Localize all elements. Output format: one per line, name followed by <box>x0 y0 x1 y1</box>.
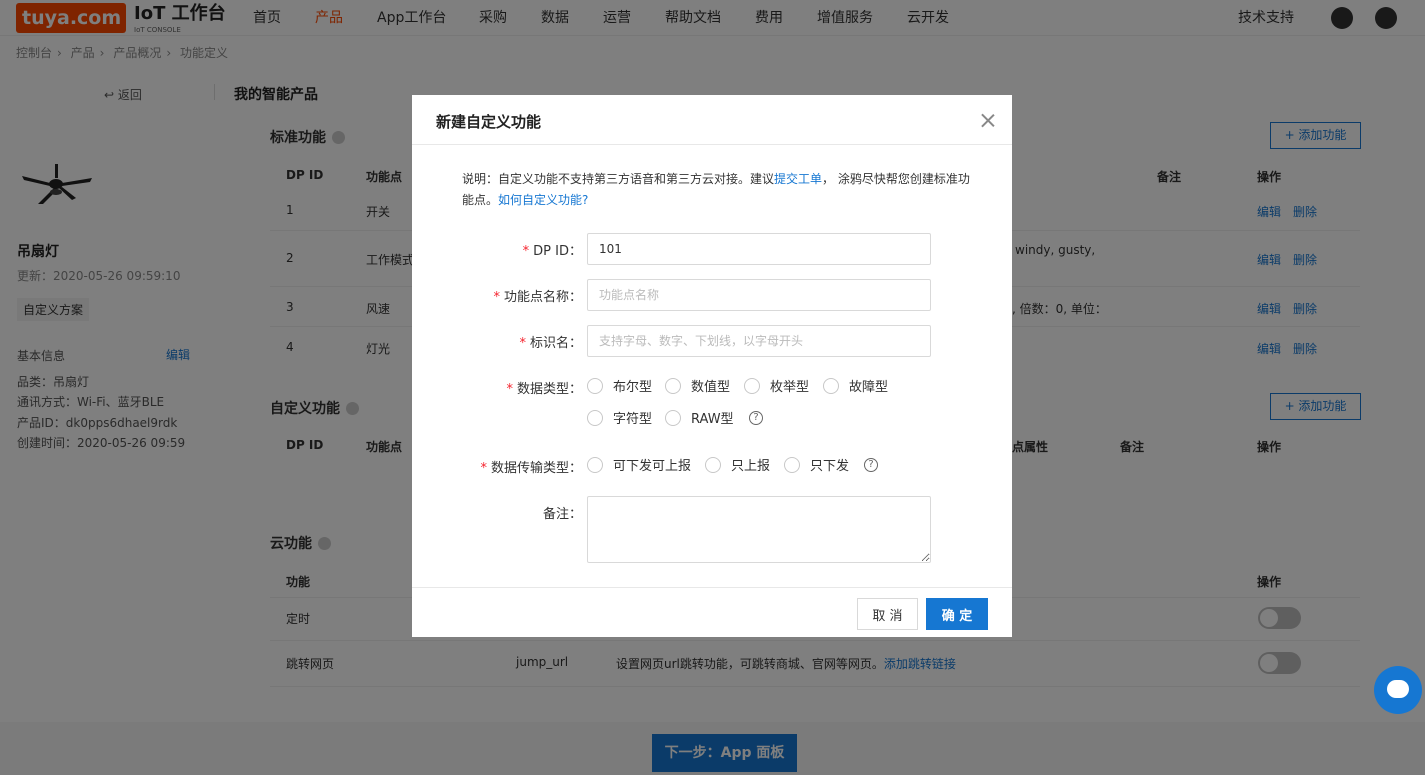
dialog-header: 新建自定义功能 <box>412 95 1012 145</box>
required-mark: * <box>480 461 487 476</box>
radio-send-only[interactable]: 只下发 <box>784 457 849 475</box>
cancel-button[interactable]: 取 消 <box>857 598 918 630</box>
data-type-label: * 数据类型： <box>412 378 582 397</box>
data-type-label-text: 数据类型： <box>516 382 582 397</box>
function-name-input[interactable] <box>587 279 931 311</box>
new-custom-function-dialog: 新建自定义功能 说明：自定义功能不支持第三方语音和第三方云对接。建议提交工单， … <box>412 95 1012 637</box>
transfer-type-label-text: 数据传输类型： <box>490 461 582 476</box>
question-icon[interactable]: ? <box>864 458 878 472</box>
dp-id-label-text: DP ID： <box>533 244 582 259</box>
required-mark: * <box>493 290 500 305</box>
required-mark: * <box>506 382 513 397</box>
chat-icon[interactable] <box>1374 666 1422 714</box>
dialog-title: 新建自定义功能 <box>436 113 542 131</box>
radio-bool[interactable]: 布尔型 <box>587 378 652 396</box>
radio-send-report[interactable]: 可下发可上报 <box>587 457 691 475</box>
question-icon[interactable]: ? <box>749 411 763 425</box>
dp-id-input[interactable] <box>587 233 931 265</box>
dialog-notice: 说明：自定义功能不支持第三方语音和第三方云对接。建议提交工单， 涂鸦尽快帮您创建… <box>462 169 972 211</box>
radio-string[interactable]: 字符型 <box>587 410 652 428</box>
radio-raw[interactable]: RAW型 <box>665 410 734 428</box>
dialog-footer: 取 消 确 定 <box>412 587 1012 637</box>
identifier-input[interactable] <box>587 325 931 357</box>
confirm-button[interactable]: 确 定 <box>926 598 988 630</box>
function-name-label-text: 功能点名称： <box>503 290 582 305</box>
identifier-label-text: 标识名： <box>529 336 582 351</box>
function-name-label: * 功能点名称： <box>412 286 582 305</box>
remark-label: 备注： <box>542 507 582 522</box>
close-icon[interactable] <box>978 111 998 131</box>
radio-fault[interactable]: 故障型 <box>823 378 888 396</box>
remark-textarea[interactable] <box>587 496 931 563</box>
identifier-label: * 标识名： <box>412 332 582 351</box>
required-mark: * <box>522 244 530 259</box>
submit-ticket-link[interactable]: 提交工单 <box>774 172 822 186</box>
required-mark: * <box>519 336 526 351</box>
radio-report-only[interactable]: 只上报 <box>705 457 770 475</box>
radio-value[interactable]: 数值型 <box>665 378 730 396</box>
dp-id-label: * DP ID： <box>412 240 582 259</box>
how-to-custom-link[interactable]: 如何自定义功能? <box>498 193 588 207</box>
notice-text: 说明：自定义功能不支持第三方语音和第三方云对接。建议 <box>462 172 775 186</box>
radio-enum[interactable]: 枚举型 <box>744 378 809 396</box>
transfer-type-label: * 数据传输类型： <box>412 457 582 476</box>
